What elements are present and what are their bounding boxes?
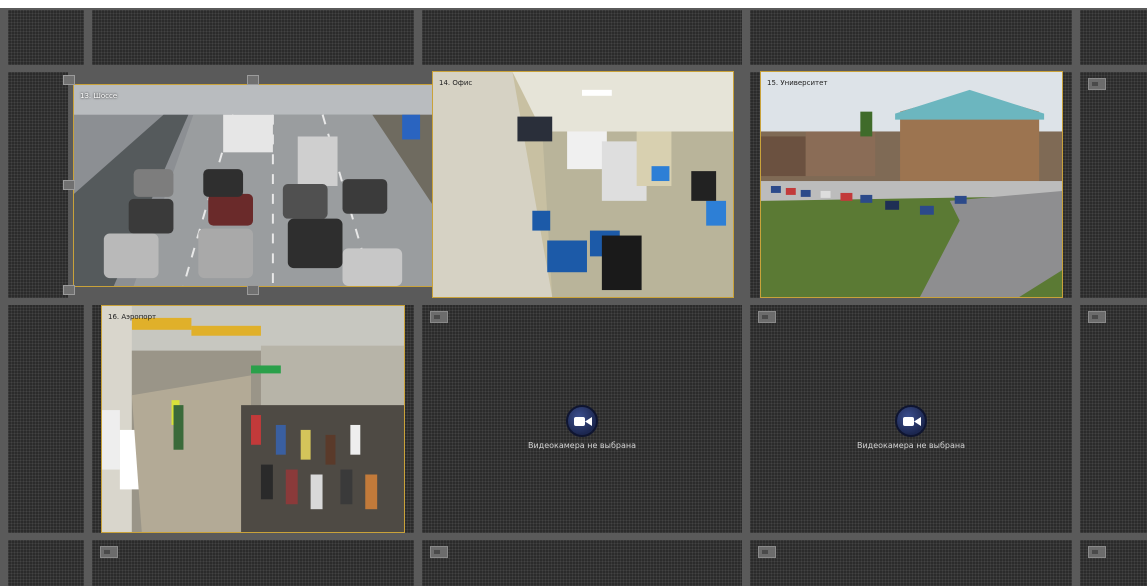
grid-cell[interactable] — [8, 540, 84, 586]
resize-handle[interactable] — [63, 180, 75, 190]
office-video-frame — [433, 72, 733, 297]
airport-video-frame — [102, 306, 404, 532]
resize-handle[interactable] — [63, 285, 75, 295]
no-camera-message: Видеокамера не выбрана — [856, 441, 966, 450]
grid-cell[interactable] — [8, 10, 84, 65]
camera-slot-icon[interactable] — [758, 311, 776, 323]
camera-feed-highway[interactable]: 13. Шоссе — [73, 84, 433, 287]
camera-slot-icon[interactable] — [430, 546, 448, 558]
grid-cell[interactable] — [750, 10, 1072, 65]
grid-cell[interactable] — [1080, 72, 1147, 298]
no-camera-message: Видеокамера не выбрана — [527, 441, 637, 450]
resize-handle[interactable] — [247, 285, 259, 295]
camera-feed-office[interactable]: 14. Офис — [432, 71, 734, 298]
camera-slot-icon[interactable] — [758, 546, 776, 558]
camera-label: 16. Аэропорт — [108, 313, 157, 321]
resize-handle[interactable] — [63, 75, 75, 85]
grid-cell[interactable] — [422, 10, 742, 65]
top-strip — [0, 0, 1147, 8]
resize-handle[interactable] — [247, 75, 259, 85]
camera-label: 13. Шоссе — [80, 92, 118, 100]
select-camera-button[interactable] — [895, 405, 927, 437]
camera-label: 14. Офис — [439, 79, 473, 87]
grid-cell[interactable] — [422, 540, 742, 586]
empty-camera-slot[interactable]: Видеокамера не выбрана — [750, 305, 1072, 533]
grid-cell[interactable] — [1080, 10, 1147, 65]
grid-cell[interactable] — [750, 540, 1072, 586]
camera-label: 15. Университет — [767, 79, 828, 87]
highway-video-frame — [74, 85, 432, 286]
video-camera-icon — [574, 417, 592, 426]
university-video-frame — [761, 72, 1062, 297]
camera-slot-icon[interactable] — [1088, 78, 1106, 90]
camera-slot-icon[interactable] — [1088, 546, 1106, 558]
grid-cell[interactable] — [1080, 305, 1147, 533]
camera-slot-icon[interactable] — [1088, 311, 1106, 323]
grid-cell[interactable] — [8, 72, 68, 298]
camera-slot-icon[interactable] — [430, 311, 448, 323]
grid-cell[interactable] — [1080, 540, 1147, 586]
grid-cell[interactable] — [92, 10, 414, 65]
camera-feed-airport[interactable]: 16. Аэропорт — [101, 305, 405, 533]
camera-feed-university[interactable]: 15. Университет — [760, 71, 1063, 298]
grid-cell[interactable] — [92, 540, 414, 586]
camera-slot-icon[interactable] — [100, 546, 118, 558]
grid-cell[interactable] — [8, 305, 84, 533]
empty-camera-slot[interactable]: Видеокамера не выбрана — [422, 305, 742, 533]
select-camera-button[interactable] — [566, 405, 598, 437]
video-camera-icon — [903, 417, 921, 426]
